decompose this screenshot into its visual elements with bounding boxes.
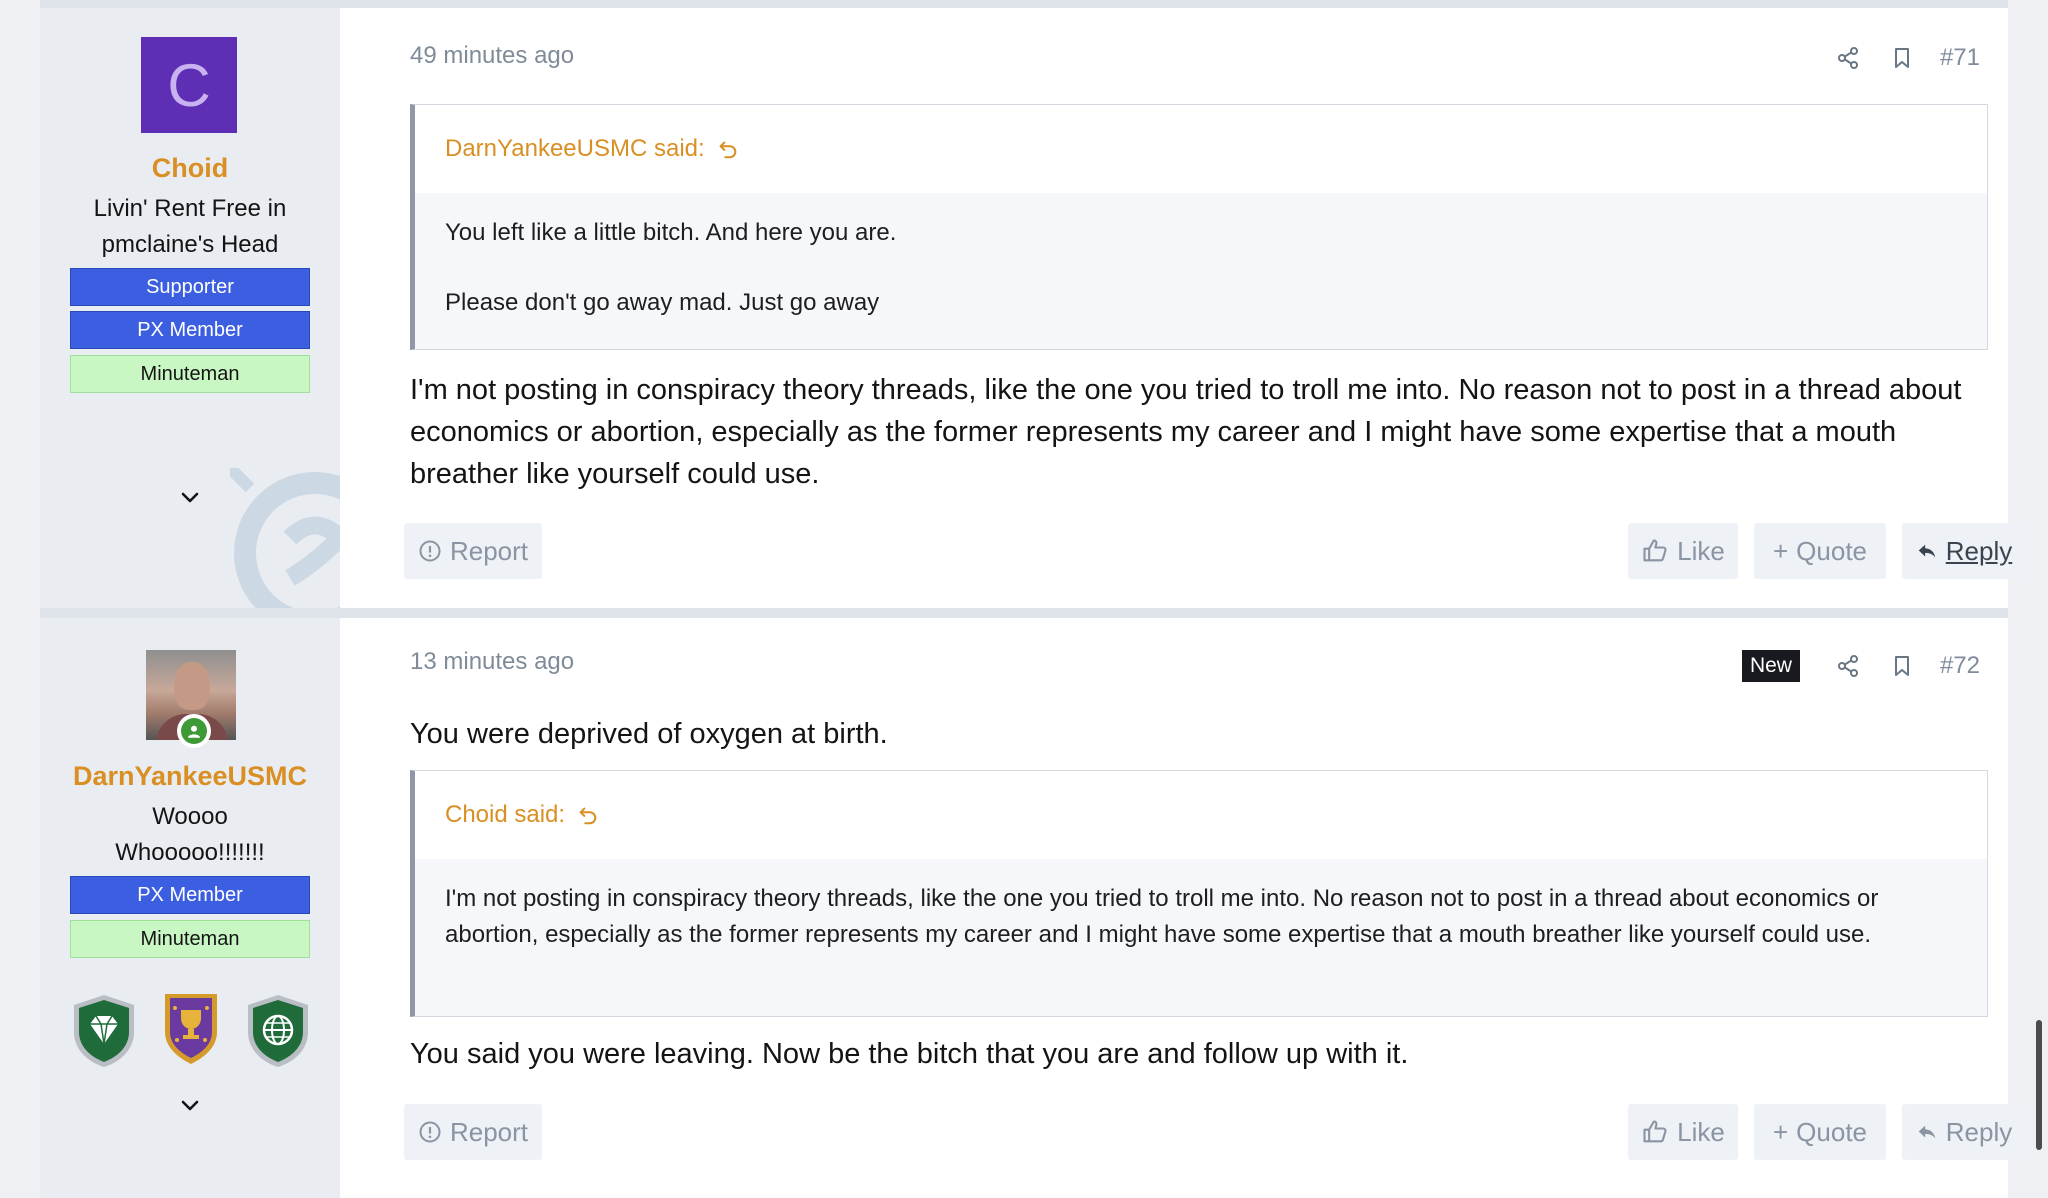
message-content: 13 minutes ago New #72 You were deprived… [340, 618, 2026, 1198]
user-title-line: Woooo [152, 803, 228, 830]
bookmark-icon[interactable] [1882, 646, 1922, 686]
quote-block: Choid said: I'm not posting in conspirac… [410, 770, 1988, 1017]
banner-minuteman: Minuteman [70, 920, 310, 958]
new-badge: New [1741, 650, 1800, 682]
reply-arrow-icon [1918, 1125, 1935, 1139]
post-header-actions: New #72 [1741, 646, 1980, 686]
thumbs-up-icon [1643, 539, 1667, 562]
report-button[interactable]: Report [404, 1104, 542, 1160]
user-info-panel: DarnYankeeUSMC Woooo Whooooo!!!!!!! PX M… [40, 618, 340, 1198]
chevron-down-icon[interactable] [178, 486, 202, 510]
quote-button[interactable]: + Quote [1754, 1104, 1886, 1160]
report-button[interactable]: Report [404, 523, 542, 579]
post-72: DarnYankeeUSMC Woooo Whooooo!!!!!!! PX M… [40, 618, 2026, 1198]
quote-button[interactable]: + Quote [1754, 523, 1886, 579]
message-content: 49 minutes ago #71 DarnYankeeUSMC said: … [340, 8, 2026, 608]
quote-label: Quote [1796, 1116, 1867, 1147]
jump-to-quote-icon[interactable] [717, 138, 739, 160]
share-icon[interactable] [1828, 646, 1868, 686]
quote-author-label[interactable]: Choid said: [445, 801, 565, 829]
user-title-line: Livin' Rent Free in [93, 195, 287, 222]
reply-label: Reply [1945, 1116, 2013, 1147]
site-watermark-icon [230, 468, 340, 608]
reply-label: Reply [1945, 535, 2013, 566]
post-header-actions: #71 [1814, 38, 1980, 78]
chevron-down-icon[interactable] [178, 1094, 202, 1118]
post-separator [40, 0, 2008, 8]
plus-icon: + [1772, 1116, 1789, 1147]
globe-shield-icon[interactable] [242, 992, 314, 1070]
report-label: Report [449, 535, 529, 566]
quote-block: DarnYankeeUSMC said: You left like a lit… [410, 104, 1988, 350]
quote-body: You left like a little bitch. And here y… [415, 193, 1987, 349]
reply-button[interactable]: Reply [1902, 523, 2026, 579]
thumbs-up-icon [1643, 1120, 1667, 1143]
quote-label: Quote [1796, 535, 1867, 566]
post-number[interactable]: #71 [1940, 44, 1980, 72]
report-label: Report [449, 1116, 529, 1147]
bookmark-icon[interactable] [1882, 38, 1922, 78]
reply-button[interactable]: Reply [1902, 1104, 2026, 1160]
online-status-icon [177, 714, 211, 748]
alert-icon [419, 1121, 441, 1143]
post-timestamp[interactable]: 49 minutes ago [410, 42, 574, 70]
username[interactable]: DarnYankeeUSMC [40, 761, 340, 792]
like-button[interactable]: Like [1628, 523, 1738, 579]
quote-line: I'm not posting in conspiracy theory thr… [445, 885, 1879, 948]
post-intro: You were deprived of oxygen at birth. [410, 718, 888, 750]
quote-author[interactable]: Choid said: [415, 771, 1987, 859]
user-info-panel: C Choid Livin' Rent Free in pmclaine's H… [40, 8, 340, 608]
user-title-line: pmclaine's Head [101, 231, 279, 258]
avatar[interactable]: C [141, 37, 237, 133]
post-71: C Choid Livin' Rent Free in pmclaine's H… [40, 8, 2026, 608]
quote-body: I'm not posting in conspiracy theory thr… [415, 859, 1987, 1016]
banner-px-member: PX Member [70, 311, 310, 349]
like-label: Like [1677, 1116, 1725, 1147]
diamond-shield-icon[interactable] [68, 992, 140, 1070]
trophy-shield-icon[interactable] [155, 988, 227, 1066]
reply-arrow-icon [1918, 544, 1935, 558]
username[interactable]: Choid [40, 153, 340, 184]
quote-author[interactable]: DarnYankeeUSMC said: [415, 105, 1987, 193]
user-title-line: Whooooo!!!!!!! [115, 839, 265, 866]
user-title: Woooo Whooooo!!!!!!! [70, 799, 310, 871]
post-timestamp[interactable]: 13 minutes ago [410, 648, 574, 676]
avatar-photo-face [174, 662, 210, 710]
alert-icon [419, 540, 441, 562]
post-body: I'm not posting in conspiracy theory thr… [410, 374, 1962, 490]
jump-to-quote-icon[interactable] [577, 804, 599, 826]
share-icon[interactable] [1828, 38, 1868, 78]
banner-px-member: PX Member [70, 876, 310, 914]
banner-supporter: Supporter [70, 268, 310, 306]
quote-line: You left like a little bitch. And here y… [445, 219, 897, 246]
thread-page: C Choid Livin' Rent Free in pmclaine's H… [0, 0, 2048, 1198]
page-scrollbar[interactable] [2036, 1020, 2042, 1150]
like-label: Like [1677, 535, 1725, 566]
banner-minuteman: Minuteman [70, 355, 310, 393]
quote-author-label[interactable]: DarnYankeeUSMC said: [445, 135, 705, 163]
post-number[interactable]: #72 [1940, 652, 1980, 680]
plus-icon: + [1772, 535, 1789, 566]
user-title: Livin' Rent Free in pmclaine's Head [70, 191, 310, 263]
quote-line: Please don't go away mad. Just go away [445, 289, 880, 316]
post-body: You said you were leaving. Now be the bi… [410, 1038, 1409, 1070]
like-button[interactable]: Like [1628, 1104, 1738, 1160]
post-separator [40, 608, 2008, 618]
